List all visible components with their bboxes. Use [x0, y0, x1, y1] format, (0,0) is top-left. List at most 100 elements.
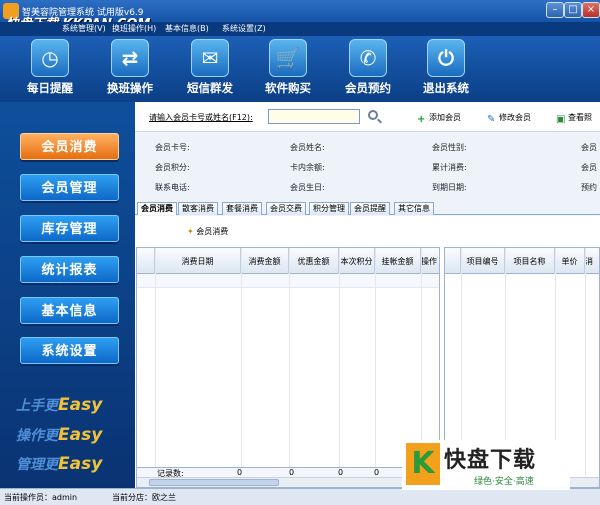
- tab-strip: 会员消费 散客消费 套餐消费 会员交费 积分管理 会员提醒 其它信息: [135, 201, 600, 215]
- points-label: 会员积分:: [155, 163, 190, 172]
- col-consume[interactable]: 消: [585, 248, 599, 274]
- toolbar-label: 每日提醒: [27, 81, 73, 95]
- member-info-area: 会员卡号: 会员姓名: 会员性别: 会员 会员积分: 卡内余额: 累计消费: 会…: [135, 133, 600, 201]
- footer-value: 0: [374, 468, 380, 477]
- consume-icon: ✦: [187, 227, 194, 236]
- photo-icon: ▣: [556, 114, 566, 125]
- info-col4-label: 预约: [581, 183, 597, 192]
- current-operator: 当前操作员：admin: [4, 493, 78, 502]
- slogan-line: 管理更Easy: [16, 454, 102, 474]
- tab-other-info[interactable]: 其它信息: [394, 202, 434, 215]
- info-col4-label: 会员: [581, 163, 597, 172]
- phone-icon: ✆: [349, 39, 387, 77]
- grid-divider: [289, 248, 290, 467]
- col-consume-date[interactable]: 消费日期: [155, 248, 241, 274]
- add-member-button[interactable]: + 添加会员: [417, 112, 461, 125]
- shift-change-button[interactable]: ⇄ 换班操作: [100, 39, 160, 101]
- toolbar-label: 会员预约: [345, 81, 391, 95]
- buy-software-button[interactable]: 🛒 软件购买: [258, 39, 318, 101]
- tab-member-payment[interactable]: 会员交费: [266, 202, 306, 215]
- maximize-button[interactable]: □: [564, 2, 582, 18]
- grid-divider: [241, 248, 242, 467]
- toolbar-label: 软件购买: [265, 81, 311, 95]
- clock-icon: ◷: [31, 39, 69, 77]
- info-col4-label: 会员: [581, 143, 597, 152]
- slogan-prefix: 上手更: [16, 398, 58, 414]
- exit-system-button[interactable]: ⏻ 退出系统: [416, 39, 476, 101]
- col-consume-amount[interactable]: 消费金额: [241, 248, 289, 274]
- tab-points[interactable]: 积分管理: [309, 202, 349, 215]
- toolbar-label: 退出系统: [423, 81, 469, 95]
- search-icon[interactable]: [368, 110, 378, 120]
- toolbar: ◷ 每日提醒 ⇄ 换班操作 ✉ 短信群发 🛒 软件购买 ✆ 会员预约 ⏻ 退出系…: [0, 36, 600, 102]
- tab-member-reminder[interactable]: 会员提醒: [350, 202, 390, 215]
- nav-inventory[interactable]: 库存管理: [20, 215, 119, 242]
- view-photo-label: 查看照: [568, 113, 592, 122]
- mail-icon: ✉: [191, 39, 229, 77]
- footer-value: 0: [338, 468, 344, 477]
- edit-member-label: 修改会员: [499, 113, 531, 122]
- col-discount-amount[interactable]: 优惠金额: [289, 248, 339, 274]
- card-no-label: 会员卡号:: [155, 143, 190, 152]
- close-button[interactable]: ×: [582, 2, 600, 18]
- main-content: 请输入会员卡号或姓名(F12): + 添加会员 ✎ 修改会员 ▣ 查看照 会员卡号: …: [135, 102, 600, 488]
- col-item-no[interactable]: 项目编号: [461, 248, 505, 274]
- menu-item-basic-info[interactable]: 基本信息(B): [165, 23, 209, 34]
- nav-member-manage[interactable]: 会员管理: [20, 174, 119, 201]
- left-nav-panel: 会员消费 会员管理 库存管理 统计报表 基本信息 系统设置 上手更Easy 操作…: [0, 102, 135, 488]
- tab-walkin-consume[interactable]: 散客消费: [178, 202, 218, 215]
- footer-value: 0: [289, 468, 295, 477]
- edit-member-button[interactable]: ✎ 修改会员: [487, 112, 531, 125]
- col-credit-amount[interactable]: 挂帐金额: [375, 248, 421, 274]
- menu-item-settings[interactable]: 系统设置(Z): [222, 23, 266, 34]
- col-points[interactable]: 本次积分: [339, 248, 375, 274]
- col-unit-price[interactable]: 单价: [555, 248, 585, 274]
- grid-footer: 记录数: 0 0 0 0 0: [137, 467, 439, 478]
- gender-label: 会员性别:: [432, 143, 467, 152]
- logo-text: 快盘下载: [444, 448, 537, 473]
- grid-corner: [137, 248, 155, 274]
- col-item-name[interactable]: 项目名称: [505, 248, 555, 274]
- slogan-line: 上手更Easy: [16, 395, 102, 415]
- daily-reminder-button[interactable]: ◷ 每日提醒: [20, 39, 80, 101]
- member-consume-button[interactable]: ✦ 会员消费: [187, 226, 228, 237]
- power-icon: ⏻: [427, 39, 465, 77]
- grid-corner: [445, 248, 461, 274]
- nav-system-settings[interactable]: 系统设置: [20, 337, 119, 364]
- slogan-word: Easy: [58, 395, 103, 415]
- grid-divider: [421, 248, 422, 467]
- balance-label: 卡内余额:: [290, 163, 325, 172]
- menu-bar: 系统管理(V) 换班操作(H) 基本信息(B) 系统设置(Z): [0, 22, 600, 36]
- footer-value: 0: [237, 468, 243, 477]
- minimize-button[interactable]: –: [546, 2, 564, 18]
- consume-records-grid[interactable]: 消费日期 消费金额 优惠金额 本次积分 挂帐金额 操作 记录数: 0 0 0 0…: [136, 247, 440, 488]
- search-label: 请输入会员卡号或姓名(F12):: [149, 113, 253, 122]
- plus-icon: +: [417, 114, 426, 125]
- sms-broadcast-button[interactable]: ✉ 短信群发: [180, 39, 240, 101]
- nav-basic-info[interactable]: 基本信息: [20, 297, 119, 324]
- watermark-logo: K 快盘下载 绿色·安全·高速: [402, 440, 570, 490]
- menu-item-shift[interactable]: 换班操作(H): [112, 23, 156, 34]
- consume-button-label: 会员消费: [196, 227, 229, 236]
- member-booking-button[interactable]: ✆ 会员预约: [338, 39, 398, 101]
- horizontal-scrollbar[interactable]: [137, 477, 439, 487]
- logo-k-mark: K: [406, 443, 440, 485]
- tab-package-consume[interactable]: 套餐消费: [222, 202, 262, 215]
- toolbar-label: 换班操作: [107, 81, 153, 95]
- scroll-thumb[interactable]: [149, 479, 279, 486]
- slogan-prefix: 管理更: [16, 457, 58, 473]
- nav-member-consume[interactable]: 会员消费: [20, 133, 119, 160]
- slogan-word: Easy: [58, 454, 103, 474]
- cart-icon: 🛒: [269, 39, 307, 77]
- search-row: 请输入会员卡号或姓名(F12): + 添加会员 ✎ 修改会员 ▣ 查看照: [135, 102, 600, 132]
- slogan-word: Easy: [58, 425, 103, 445]
- grid-header: 项目编号 项目名称 单价 消: [445, 248, 599, 274]
- view-photo-button[interactable]: ▣ 查看照: [556, 112, 592, 125]
- menu-item-system-manage[interactable]: 系统管理(V): [62, 23, 106, 34]
- search-input[interactable]: [268, 109, 360, 124]
- col-action[interactable]: 操作: [421, 248, 439, 274]
- nav-reports[interactable]: 统计报表: [20, 256, 119, 283]
- grid-divider: [339, 248, 340, 467]
- grid-divider: [155, 248, 156, 467]
- tab-member-consume[interactable]: 会员消费: [137, 202, 177, 215]
